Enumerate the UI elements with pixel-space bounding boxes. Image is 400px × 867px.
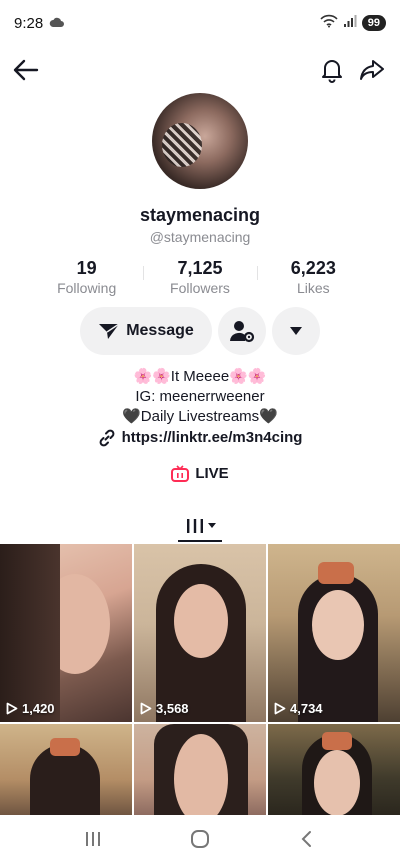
notifications-button[interactable] — [314, 52, 350, 88]
live-label: LIVE — [195, 465, 229, 482]
view-count-text: 1,420 — [22, 701, 55, 716]
tab-videos[interactable] — [178, 508, 222, 544]
status-bar: 9:28 99 — [0, 0, 400, 46]
caret-down-icon — [207, 523, 216, 528]
bio: 🌸🌸It Meeee🌸🌸 IG: meenerrweener 🖤Daily Li… — [0, 367, 400, 448]
stat-value: 6,223 — [290, 258, 336, 278]
bell-icon — [322, 60, 342, 83]
caret-down-icon — [290, 327, 302, 335]
view-count: 4,734 — [274, 701, 323, 716]
back-button[interactable] — [8, 52, 44, 88]
stat-label: Followers — [170, 280, 230, 296]
view-count: 1,420 — [6, 701, 55, 716]
thumbnail-subject — [318, 562, 354, 584]
video-thumbnail[interactable] — [134, 724, 266, 816]
battery-indicator: 99 — [361, 15, 386, 31]
thumbnail-subject — [0, 544, 60, 722]
cloud-icon — [49, 15, 65, 32]
bio-line: 🌸🌸It Meeee🌸🌸 — [133, 368, 267, 385]
thumbnail-subject — [50, 738, 80, 756]
tab-indicator — [178, 540, 222, 542]
thumbnail-subject — [174, 734, 228, 816]
system-nav-bar — [0, 815, 400, 867]
stat-likes[interactable]: 6,223 Likes — [256, 258, 370, 298]
home-button[interactable] — [189, 828, 211, 855]
link-icon — [99, 429, 114, 447]
bio-link[interactable]: https://linktr.ee/m3n4cing — [0, 428, 400, 448]
live-button[interactable]: LIVE — [0, 465, 400, 482]
profile-stats: 19 Following 7,125 Followers 6,223 Likes — [30, 258, 370, 298]
chevron-left-icon — [301, 830, 311, 847]
recent-apps-button[interactable] — [83, 829, 103, 854]
profile-header — [0, 52, 400, 88]
bio-link-text: https://linktr.ee/m3n4cing — [121, 429, 303, 446]
live-tv-icon — [171, 465, 190, 482]
wifi-icon — [320, 14, 338, 33]
status-left: 9:28 — [14, 15, 65, 32]
play-icon — [274, 702, 286, 715]
view-count-text: 4,734 — [290, 701, 323, 716]
recent-apps-icon — [86, 831, 100, 846]
content-tabs — [0, 508, 400, 544]
user-gear-icon — [229, 321, 255, 343]
stat-label: Likes — [296, 280, 330, 296]
more-button[interactable] — [272, 307, 320, 355]
send-icon — [99, 323, 120, 339]
bio-line: 🖤Daily Livestreams🖤 — [122, 408, 278, 425]
video-thumbnail[interactable] — [0, 724, 132, 816]
stat-followers[interactable]: 7,125 Followers — [143, 258, 256, 298]
grid-bars-icon — [186, 519, 203, 533]
bio-line: IG: meenerrweener — [135, 388, 265, 405]
stat-value: 7,125 — [177, 258, 223, 278]
video-thumbnail[interactable]: 4,734 — [268, 544, 400, 722]
thumbnail-subject — [322, 732, 352, 750]
video-grid: 1,420 3,568 4,734 — [0, 544, 400, 816]
share-icon — [360, 60, 384, 80]
share-button[interactable] — [354, 52, 390, 88]
message-button[interactable]: Message — [80, 307, 212, 355]
status-time: 9:28 — [14, 14, 44, 32]
view-count-text: 3,568 — [156, 701, 189, 716]
video-thumbnail[interactable] — [268, 724, 400, 816]
handle: @staymenacing — [149, 229, 251, 245]
view-count: 3,568 — [140, 701, 189, 716]
play-icon — [140, 702, 152, 715]
system-back-button[interactable] — [297, 829, 317, 854]
avatar[interactable] — [152, 93, 248, 189]
stat-value: 19 — [76, 258, 97, 278]
stat-label: Following — [57, 280, 117, 296]
thumbnail-subject — [314, 750, 360, 816]
arrow-left-icon — [13, 59, 39, 81]
play-icon — [6, 702, 18, 715]
manage-button[interactable] — [218, 307, 266, 355]
home-icon — [191, 829, 209, 848]
signal-icon — [343, 14, 357, 33]
thumbnail-subject — [312, 590, 364, 660]
status-right: 99 — [320, 14, 386, 33]
thumbnail-subject — [174, 584, 228, 658]
video-thumbnail[interactable]: 1,420 — [0, 544, 132, 722]
stat-following[interactable]: 19 Following — [30, 258, 143, 298]
video-thumbnail[interactable]: 3,568 — [134, 544, 266, 722]
message-label: Message — [126, 322, 194, 339]
username: staymenacing — [139, 205, 261, 225]
